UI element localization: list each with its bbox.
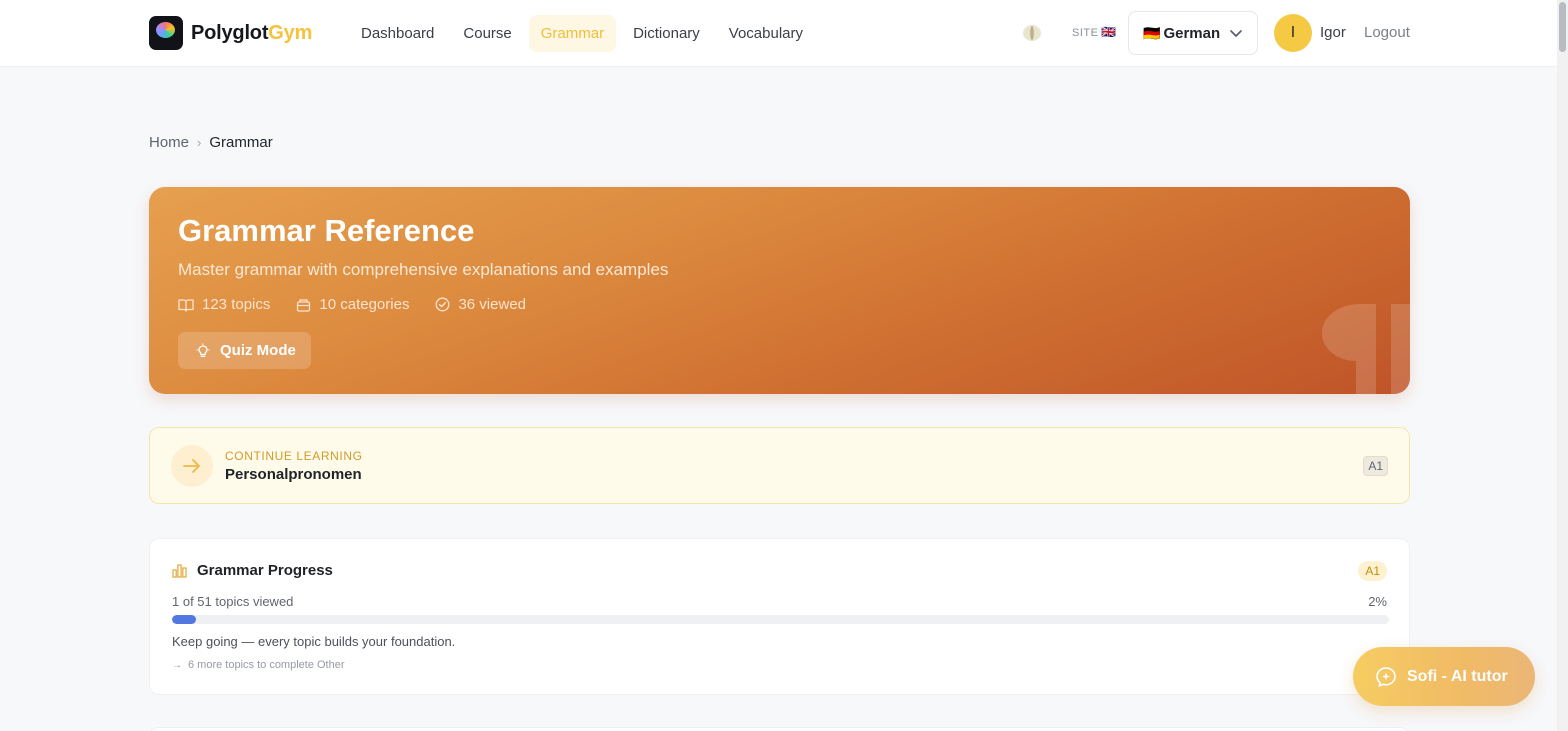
site-language-label: SITE: [1072, 27, 1099, 39]
progress-percent: 2%: [1368, 594, 1387, 609]
level-badge: A1: [1363, 456, 1388, 476]
breadcrumb: Home › Grammar: [149, 134, 273, 151]
lightbulb-icon: [196, 343, 210, 357]
brand-logo[interactable]: PolyglotGym: [149, 16, 312, 50]
progress-title: Grammar Progress: [197, 562, 333, 579]
ai-tutor-label: Sofi - AI tutor: [1407, 667, 1508, 685]
theme-toggle-icon[interactable]: [1022, 24, 1042, 42]
continue-learning-card[interactable]: CONTINUE LEARNING Personalpronomen A1: [149, 427, 1410, 504]
brand-name-part2: Gym: [268, 21, 313, 44]
logout-link[interactable]: Logout: [1364, 24, 1410, 41]
stat-categories: 10 categories: [296, 296, 409, 313]
progress-bar: [172, 615, 1389, 624]
continue-arrow-circle: [171, 445, 213, 487]
language-flag: 🇩🇪: [1143, 24, 1161, 41]
language-select[interactable]: 🇩🇪 German: [1128, 11, 1258, 55]
book-icon: [178, 298, 194, 312]
breadcrumb-home[interactable]: Home: [149, 134, 189, 151]
arrow-right-icon: [183, 459, 200, 473]
progress-message: Keep going — every topic builds your fou…: [172, 634, 456, 649]
scrollbar-thumb[interactable]: [1559, 2, 1566, 52]
page-title: Grammar Reference: [178, 213, 475, 248]
bar-chart-icon: [172, 564, 187, 578]
progress-bar-fill: [172, 615, 197, 624]
progress-hint: → 6 more topics to complete Other: [172, 659, 345, 671]
nav-vocabulary[interactable]: Vocabulary: [717, 15, 815, 52]
stat-topics: 123 topics: [178, 296, 270, 313]
grammar-progress-card: Grammar Progress A1 1 of 51 topics viewe…: [149, 538, 1410, 695]
next-section-card: [149, 727, 1410, 731]
top-header: PolyglotGym Dashboard Course Grammar Dic…: [0, 0, 1568, 67]
user-avatar[interactable]: I: [1274, 14, 1312, 52]
stat-viewed: 36 viewed: [435, 296, 526, 313]
site-language-flag[interactable]: 🇬🇧: [1101, 25, 1116, 39]
folder-icon: [297, 298, 311, 312]
breadcrumb-current: Grammar: [209, 134, 273, 151]
chat-sparkle-icon: [1376, 666, 1396, 687]
progress-count: 1 of 51 topics viewed: [172, 594, 294, 609]
nav-course[interactable]: Course: [451, 15, 523, 52]
stat-viewed-text: 36 viewed: [458, 296, 526, 313]
quiz-mode-label: Quiz Mode: [220, 342, 296, 359]
user-name[interactable]: Igor: [1320, 24, 1346, 41]
brand-name-part1: Polyglot: [191, 21, 269, 44]
language-name: German: [1163, 24, 1221, 42]
ai-tutor-button[interactable]: Sofi - AI tutor: [1353, 647, 1535, 706]
quiz-mode-button[interactable]: Quiz Mode: [178, 332, 311, 369]
hero-stats: 123 topics 10 categories 36 viewed: [178, 296, 552, 313]
nav-grammar[interactable]: Grammar: [528, 15, 617, 52]
logo-mark-icon: [149, 16, 183, 50]
chevron-down-icon: [1230, 30, 1242, 37]
page-scrollbar[interactable]: [1557, 0, 1568, 731]
stat-categories-text: 10 categories: [319, 296, 410, 313]
progress-level-badge: A1: [1358, 561, 1387, 581]
grammar-hero: Grammar Reference Master grammar with co…: [149, 187, 1410, 394]
main-nav: Dashboard Course Grammar Dictionary Voca…: [349, 15, 820, 52]
progress-hint-text: 6 more topics to complete Other: [188, 659, 345, 671]
brand-name: PolyglotGym: [191, 22, 312, 45]
stat-topics-text: 123 topics: [202, 296, 271, 313]
continue-label: CONTINUE LEARNING: [225, 449, 363, 463]
page-subtitle: Master grammar with comprehensive explan…: [178, 260, 669, 279]
nav-dictionary[interactable]: Dictionary: [621, 15, 712, 52]
breadcrumb-separator: ›: [197, 135, 202, 150]
hint-arrow-icon: →: [172, 659, 182, 671]
check-circle-icon: [436, 297, 450, 312]
nav-dashboard[interactable]: Dashboard: [349, 15, 446, 52]
continue-topic: Personalpronomen: [225, 466, 362, 483]
pilcrow-icon: [1322, 304, 1410, 394]
